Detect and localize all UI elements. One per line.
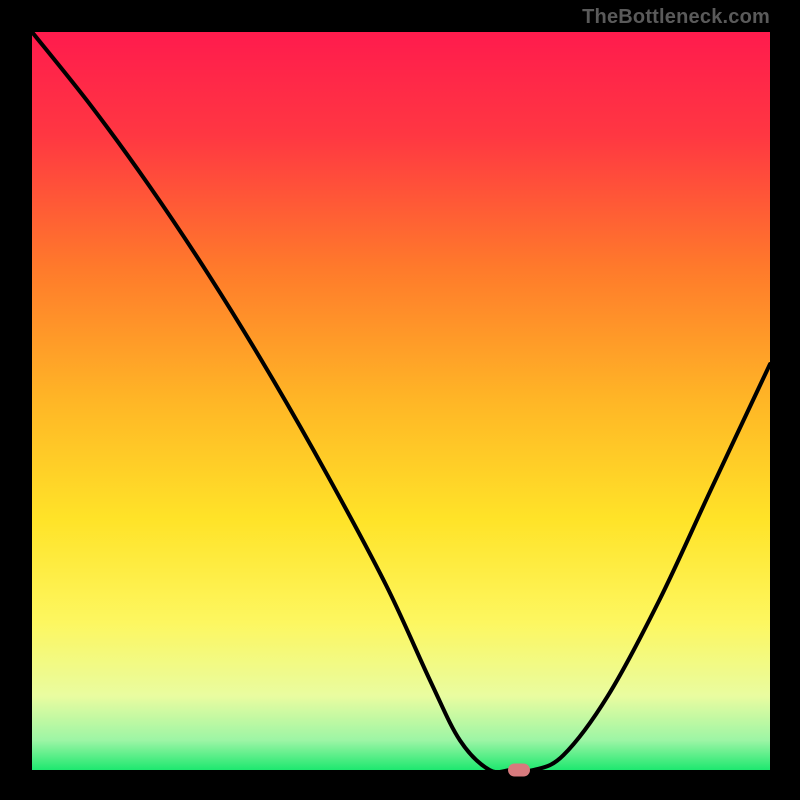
watermark-text: TheBottleneck.com xyxy=(582,6,770,29)
plot-area xyxy=(32,32,770,770)
bottleneck-curve xyxy=(32,32,770,770)
curve-svg xyxy=(32,32,770,770)
optimum-marker xyxy=(508,764,530,777)
chart-frame: TheBottleneck.com xyxy=(0,0,800,800)
